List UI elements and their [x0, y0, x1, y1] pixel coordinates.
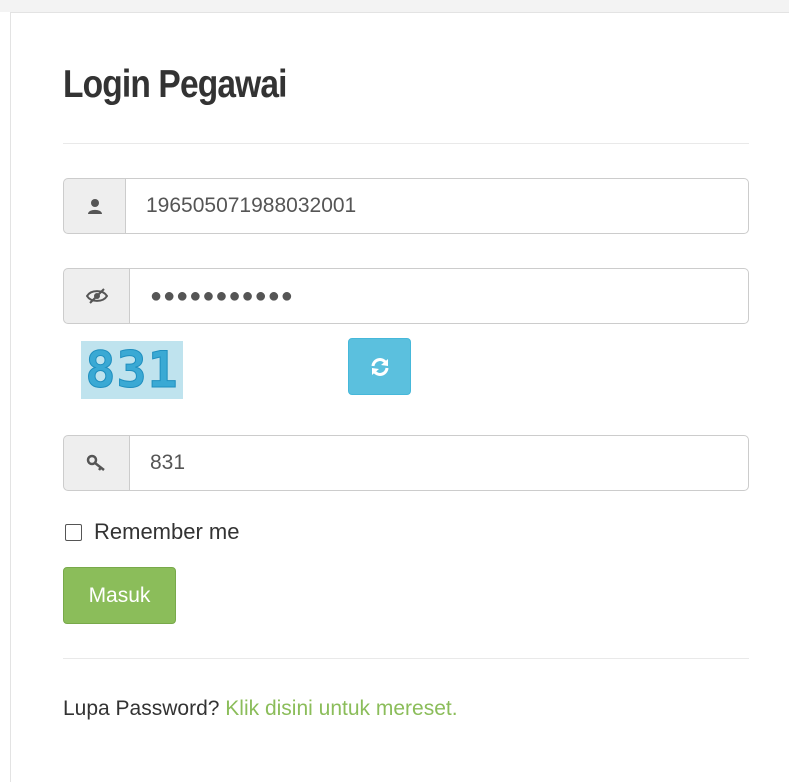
remember-label[interactable]: Remember me [94, 519, 239, 545]
password-field[interactable]: ●●●●●●●●●●● [129, 268, 749, 324]
page-title: Login Pegawai [63, 63, 288, 106]
username-group [63, 178, 749, 234]
login-panel: Login Pegawai ●●●●●●●●●●● 831 [10, 12, 789, 782]
captcha-group [63, 435, 749, 491]
forgot-password: Lupa Password? Klik disini untuk mereset… [63, 697, 458, 721]
footer-divider [63, 658, 749, 659]
captcha-input[interactable] [129, 435, 749, 491]
forgot-prefix: Lupa Password? [63, 697, 220, 720]
captcha-image: 831 [81, 341, 183, 399]
title-divider [63, 143, 749, 144]
user-icon [63, 178, 125, 234]
submit-button[interactable]: Masuk [63, 567, 176, 624]
reset-password-link[interactable]: Klik disini untuk mereset. [225, 697, 457, 720]
refresh-captcha-button[interactable] [348, 338, 411, 395]
key-icon [63, 435, 129, 491]
remember-checkbox[interactable] [65, 523, 82, 541]
refresh-icon [371, 357, 388, 376]
remember-me[interactable]: Remember me [65, 519, 239, 545]
password-group: ●●●●●●●●●●● [63, 268, 749, 324]
username-field[interactable] [125, 178, 749, 234]
captcha-text: 831 [85, 341, 179, 399]
eye-slash-icon[interactable] [63, 268, 129, 324]
top-bar [0, 0, 789, 12]
